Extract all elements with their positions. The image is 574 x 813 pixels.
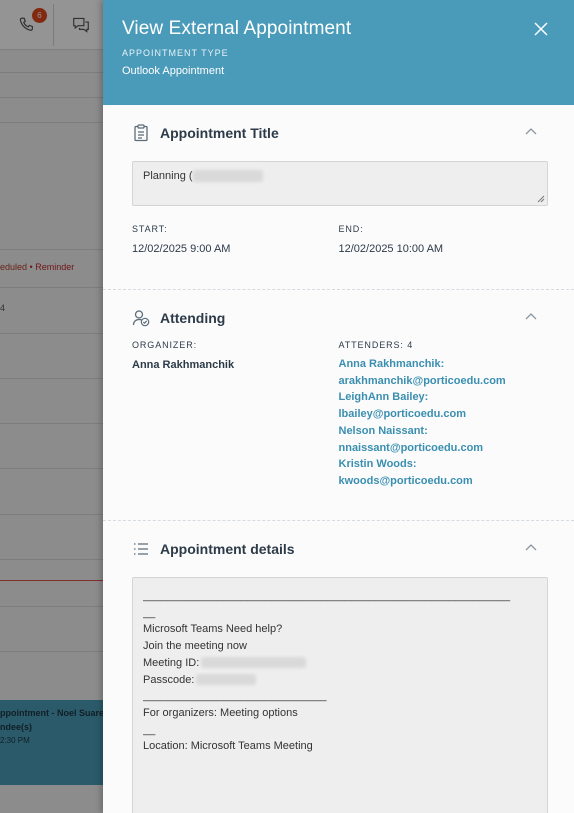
- start-value: 12/02/2025 9:00 AM: [132, 243, 231, 255]
- attending-section: Attending ORGANIZER: Anna Rakhmanchik AT…: [103, 290, 574, 521]
- attendance-row: ORGANIZER: Anna Rakhmanchik ATTENDERS: 4…: [132, 340, 545, 490]
- start-label: START:: [132, 224, 168, 234]
- organizer-column: ORGANIZER: Anna Rakhmanchik: [132, 340, 339, 490]
- clipboard-icon: [134, 124, 148, 142]
- meeting-id-label: Meeting ID:: [143, 656, 200, 669]
- view-external-appointment-panel: View External Appointment APPOINTMENT TY…: [103, 0, 574, 813]
- chevron-up-icon[interactable]: [525, 543, 537, 551]
- appointment-details-field[interactable]: ________________________________________…: [132, 577, 548, 813]
- organizer-name: Anna Rakhmanchik: [132, 359, 235, 371]
- redacted-text: [196, 674, 257, 686]
- details-line: Passcode:: [143, 672, 537, 689]
- passcode-label: Passcode:: [143, 673, 195, 686]
- chevron-up-icon[interactable]: [525, 312, 537, 320]
- appointment-title-field[interactable]: Planning (: [132, 161, 548, 206]
- appointment-type-label: APPOINTMENT TYPE: [122, 48, 229, 58]
- end-label: END:: [338, 224, 364, 234]
- redacted-text: [201, 657, 307, 669]
- start-column: START: 12/02/2025 9:00 AM: [132, 224, 339, 255]
- section-title: Appointment details: [160, 541, 295, 557]
- attender-name[interactable]: Nelson Naissant:: [339, 423, 546, 440]
- attender-name[interactable]: Kristin Woods:: [339, 456, 546, 473]
- details-line: ______________________________: [143, 690, 327, 703]
- section-title: Attending: [160, 310, 226, 326]
- attender-name[interactable]: Anna Rakhmanchik:: [339, 356, 546, 373]
- section-header[interactable]: Appointment details: [132, 521, 545, 577]
- resize-handle-icon[interactable]: [537, 195, 545, 203]
- chevron-up-icon[interactable]: [525, 127, 537, 135]
- appointment-details-section: Appointment details ____________________…: [103, 521, 574, 813]
- details-line: For organizers: Meeting options: [143, 706, 298, 719]
- details-line: Microsoft Teams Need help?: [143, 623, 283, 636]
- user-check-icon: [132, 310, 150, 327]
- details-line: Meeting ID:: [143, 655, 537, 672]
- attender-name[interactable]: LeighAnn Bailey:: [339, 389, 546, 406]
- attender-email[interactable]: arakhmanchik@porticoedu.com: [339, 373, 546, 390]
- date-row: START: 12/02/2025 9:00 AM END: 12/02/202…: [132, 224, 545, 255]
- end-column: END: 12/02/2025 10:00 AM: [339, 224, 546, 255]
- details-line: __: [143, 723, 156, 736]
- panel-title: View External Appointment: [122, 18, 352, 39]
- appointment-type-value: Outlook Appointment: [122, 65, 225, 77]
- details-line: Location: Microsoft Teams Meeting: [143, 740, 313, 753]
- attenders-list: Anna Rakhmanchik: arakhmanchik@porticoed…: [339, 356, 546, 490]
- appointment-title-section: Appointment Title Planning ( START: 12/0…: [103, 105, 574, 290]
- attenders-column: ATTENDERS: 4 Anna Rakhmanchik: arakhmanc…: [339, 340, 546, 490]
- appointment-title-text: Planning (: [143, 170, 193, 182]
- details-line: ________________________________________…: [143, 590, 511, 602]
- end-value: 12/02/2025 10:00 AM: [338, 243, 444, 255]
- details-line: Join the meeting now: [143, 640, 247, 653]
- list-icon: [134, 543, 148, 555]
- panel-header: View External Appointment APPOINTMENT TY…: [103, 0, 574, 105]
- redacted-text: [192, 170, 263, 183]
- attender-email[interactable]: nnaissant@porticoedu.com: [339, 440, 546, 457]
- close-icon[interactable]: [534, 22, 548, 36]
- section-header[interactable]: Appointment Title: [132, 105, 545, 161]
- section-title: Appointment Title: [160, 125, 279, 141]
- section-header[interactable]: Attending: [132, 290, 545, 346]
- attender-email[interactable]: lbailey@porticoedu.com: [339, 406, 546, 423]
- details-line: __: [143, 606, 156, 619]
- attender-email[interactable]: kwoods@porticoedu.com: [339, 473, 546, 490]
